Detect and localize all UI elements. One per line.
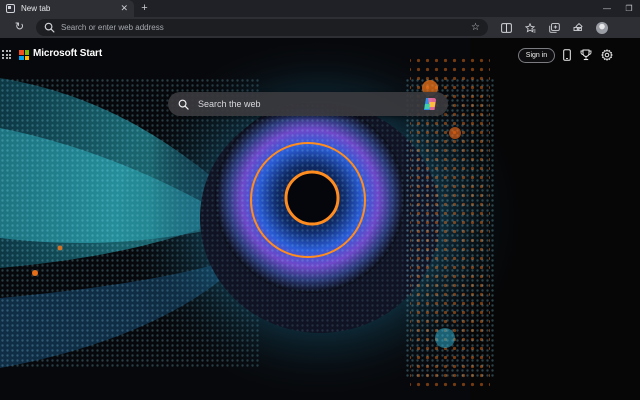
maximize-icon[interactable]: ❐ (618, 0, 640, 17)
browser-toolbar: ↻ ☆ (0, 17, 640, 39)
star-icon[interactable]: ☆ (471, 22, 480, 33)
split-screen-icon[interactable] (494, 20, 518, 35)
sign-in-button[interactable]: Sign in (518, 48, 555, 63)
brand-name[interactable]: Microsoft Start (33, 48, 102, 59)
logo-square-blue (19, 55, 24, 60)
logo-square-red (19, 50, 24, 55)
address-bar[interactable]: ☆ (36, 19, 488, 36)
toolbar-icons (494, 20, 614, 35)
page-header: Microsoft Start Sign in (0, 38, 640, 72)
rewards-trophy-icon[interactable] (580, 49, 592, 61)
address-input[interactable] (61, 23, 472, 32)
plus-icon[interactable]: + (138, 2, 151, 15)
search-icon (44, 22, 55, 33)
tab-new-tab[interactable]: New tab ✕ (0, 0, 134, 17)
web-search-box[interactable] (168, 92, 448, 116)
logo-square-green (24, 50, 29, 55)
profile-button[interactable] (590, 20, 614, 35)
settings-gear-icon[interactable] (601, 49, 613, 61)
minimize-icon[interactable]: — (596, 0, 618, 17)
app-launcher-icon[interactable] (2, 50, 11, 59)
tab-strip: New tab ✕ + — ❐ (0, 0, 640, 17)
search-icon (178, 99, 189, 110)
favorites-icon[interactable] (518, 20, 542, 35)
new-tab-page: Microsoft Start Sign in (0, 38, 640, 400)
tab-title: New tab (21, 4, 51, 13)
window-controls: — ❐ (596, 0, 640, 17)
logo-square-yellow (24, 55, 29, 60)
reload-icon[interactable]: ↻ (13, 21, 26, 34)
close-icon[interactable]: ✕ (120, 3, 128, 14)
microsoft-logo-icon (19, 50, 29, 60)
collections-icon[interactable] (542, 20, 566, 35)
search-input[interactable] (198, 99, 422, 109)
phone-icon[interactable] (561, 49, 573, 61)
profile-avatar (596, 21, 608, 34)
extensions-icon[interactable] (566, 20, 590, 35)
copilot-icon[interactable] (422, 96, 438, 112)
newtab-page-icon (6, 4, 15, 13)
